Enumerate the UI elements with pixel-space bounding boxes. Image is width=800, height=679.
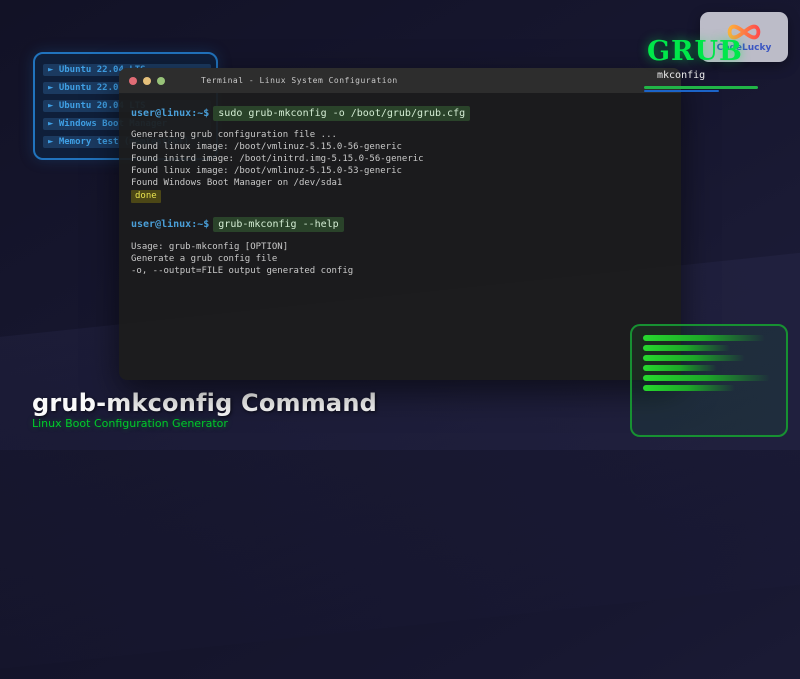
output-line: Generating grub configuration file ... <box>131 129 675 141</box>
output-line: -o, --output=FILE output generated confi… <box>131 265 675 277</box>
help-output: Usage: grub-mkconfig [OPTION] Generate a… <box>131 241 675 277</box>
command-line-2: user@linux:~$ grub-mkconfig --help <box>131 217 675 232</box>
status-badge: done <box>131 190 161 203</box>
stack-bar <box>643 345 730 351</box>
stack-panel <box>630 324 788 437</box>
tab-mkconfig[interactable]: mkconfig <box>644 70 758 94</box>
output-line: Found Windows Boot Manager on /dev/sda1 <box>131 177 675 189</box>
stack-bar <box>643 365 717 371</box>
tab-mkconfig-label: mkconfig <box>657 70 705 81</box>
minimize-icon[interactable] <box>143 77 151 85</box>
output-line: Found linux image: /boot/vmlinuz-5.15.0-… <box>131 165 675 177</box>
output-line: Usage: grub-mkconfig [OPTION] <box>131 241 675 253</box>
terminal-titlebar[interactable]: Terminal - Linux System Configuration <box>119 68 681 93</box>
command-line-1: user@linux:~$ sudo grub-mkconfig -o /boot… <box>131 106 675 121</box>
terminal-body[interactable]: user@linux:~$ sudo grub-mkconfig -o /boot… <box>131 93 675 380</box>
command-text: grub-mkconfig --help <box>213 217 343 232</box>
tab-underline-green <box>644 86 758 89</box>
terminal-window: Terminal - Linux System Configuration us… <box>119 68 681 380</box>
stack-bar <box>643 385 735 391</box>
grub-wordmark: GRUB <box>647 36 743 67</box>
stack-bar <box>643 335 765 341</box>
output-line: Found linux image: /boot/vmlinuz-5.15.0-… <box>131 141 675 153</box>
shell-prompt: user@linux:~$ <box>131 108 209 119</box>
page-subtitle: Linux Boot Configuration Generator <box>32 417 228 430</box>
output-line: Found initrd image: /boot/initrd.img-5.1… <box>131 153 675 165</box>
stack-bar <box>643 375 770 381</box>
maximize-icon[interactable] <box>157 77 165 85</box>
output-line: Generate a grub config file <box>131 253 675 265</box>
page-title: grub-mkconfig Command <box>32 389 377 417</box>
command-text: sudo grub-mkconfig -o /boot/grub/grub.cf… <box>213 106 470 121</box>
stack-bar <box>643 355 745 361</box>
tab-underline-blue <box>644 90 719 92</box>
terminal-title: Terminal - Linux System Configuration <box>201 76 398 85</box>
close-icon[interactable] <box>129 77 137 85</box>
shell-prompt: user@linux:~$ <box>131 219 209 230</box>
